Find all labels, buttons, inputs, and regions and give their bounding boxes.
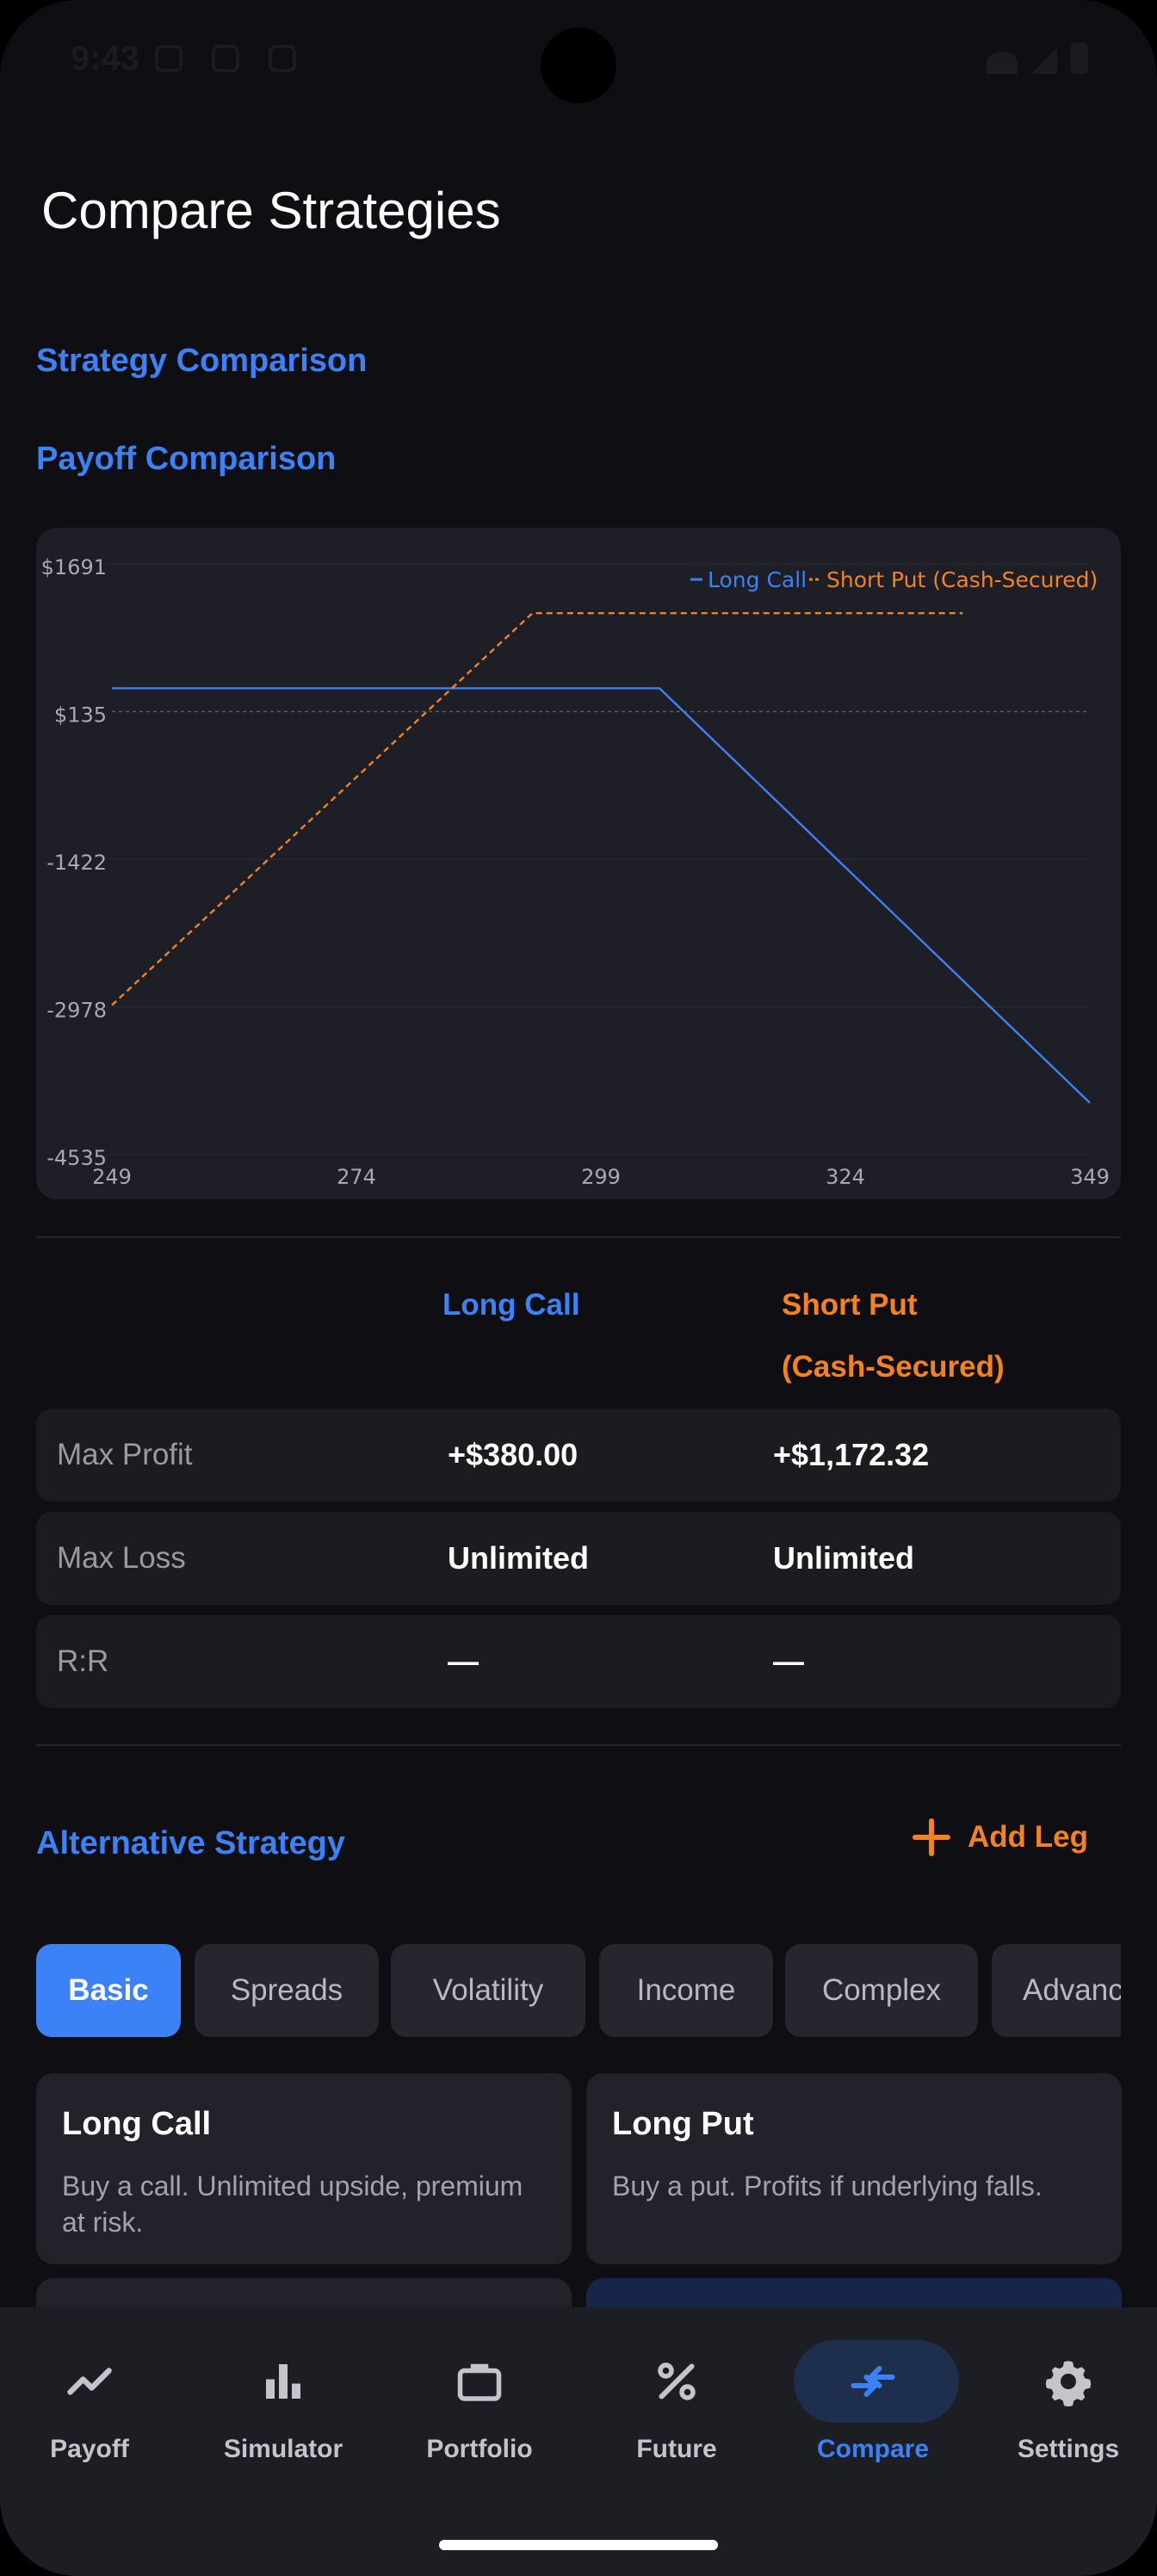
home-indicator — [439, 2540, 718, 2550]
y-tick-label: $1691 — [41, 555, 107, 579]
strategy-card-long-put[interactable]: Long Put Buy a put. Profits if underlyin… — [586, 2073, 1122, 2264]
gear-icon — [1045, 2361, 1092, 2407]
series-line-short-put — [111, 611, 963, 1006]
chip-advanced[interactable]: Advanced — [992, 1944, 1121, 2037]
row-label-max-profit: Max Profit — [57, 1438, 193, 1471]
strategy-card-title: Long Put — [612, 2106, 754, 2142]
battery-icon — [1071, 43, 1088, 74]
chip-volatility[interactable]: Volatility — [391, 1944, 585, 2037]
row-label-max-loss: Max Loss — [57, 1541, 186, 1575]
nav-future[interactable]: Future — [578, 2340, 775, 2495]
max-profit-long-call: +$380.00 — [448, 1437, 578, 1472]
column-header-short-put: Short Put — [782, 1288, 918, 1322]
wifi-icon — [987, 52, 1018, 74]
compare-arrows-icon — [851, 2366, 895, 2397]
nav-label: Settings — [1017, 2435, 1120, 2463]
plus-icon — [913, 1818, 950, 1856]
category-chips: Basic Spreads Volatility Income Complex … — [36, 1944, 1121, 2037]
add-leg-label: Add Leg — [968, 1820, 1088, 1854]
strategy-card-description: Buy a call. Unlimited upside, premium at… — [62, 2170, 523, 2238]
row-label-risk-reward: R:R — [57, 1644, 109, 1678]
max-loss-long-call: Unlimited — [448, 1540, 590, 1576]
strategy-card-long-call[interactable]: Long Call Buy a call. Unlimited upside, … — [36, 2073, 572, 2264]
briefcase-icon — [457, 2363, 502, 2401]
chip-basic[interactable]: Basic — [36, 1944, 181, 2037]
chip-spreads[interactable]: Spreads — [195, 1944, 379, 2037]
section-payoff-comparison: Payoff Comparison — [36, 441, 337, 477]
nav-label: Portfolio — [426, 2435, 533, 2463]
max-profit-short-put: +$1,172.32 — [773, 1437, 930, 1472]
nav-settings[interactable]: Settings — [970, 2340, 1157, 2495]
y-tick-label: -2978 — [46, 998, 107, 1022]
camera-cutout — [541, 28, 616, 103]
x-tick-label: 324 — [826, 1165, 865, 1189]
status-time: 9:43 — [71, 40, 140, 77]
risk-reward-long-call: — — [448, 1644, 479, 1679]
nav-payoff[interactable]: Payoff — [0, 2340, 188, 2495]
system-icons — [987, 43, 1088, 74]
notification-icons — [155, 45, 296, 72]
table-row: R:R — — — [36, 1615, 1121, 1708]
divider — [36, 1744, 1121, 1746]
chip-income[interactable]: Income — [599, 1944, 773, 2037]
nav-compare[interactable]: Compare — [775, 2340, 971, 2495]
section-strategy-comparison: Strategy Comparison — [36, 343, 368, 379]
nav-simulator[interactable]: Simulator — [185, 2340, 381, 2495]
legend-label: Long Call — [708, 567, 807, 592]
payoff-chart: $1691 $135 -1422 -2978 -4535 249 274 299 324 349 L… — [36, 528, 1121, 1199]
x-tick-label: 274 — [337, 1165, 376, 1189]
percent-icon — [658, 2362, 696, 2400]
google-icon — [155, 45, 183, 72]
nav-label: Compare — [816, 2435, 930, 2463]
section-alternative-strategy: Alternative Strategy — [36, 1825, 346, 1861]
page-title: Compare Strategies — [41, 182, 501, 239]
status-bar: 9:43 — [0, 0, 1157, 129]
chip-complex[interactable]: Complex — [785, 1944, 978, 2037]
strategy-card-description: Buy a put. Profits if underlying falls. — [612, 2170, 1043, 2201]
y-tick-label: -1422 — [46, 851, 107, 875]
divider — [36, 1236, 1121, 1238]
nav-label: Simulator — [223, 2435, 343, 2463]
y-tick-label: $135 — [54, 703, 107, 727]
table-row: Max Loss Unlimited Unlimited — [36, 1512, 1121, 1605]
x-tick-label: 349 — [1070, 1165, 1110, 1189]
nav-portfolio[interactable]: Portfolio — [381, 2340, 578, 2495]
table-row: Max Profit +$380.00 +$1,172.32 — [36, 1409, 1121, 1502]
column-header-short-put-sub: (Cash-Secured) — [782, 1350, 1005, 1384]
bottom-navigation: Payoff Simulator Portfolio Future Compar… — [0, 2307, 1157, 2576]
bar-chart-icon — [266, 2364, 300, 2399]
add-leg-button[interactable]: Add Leg — [913, 1818, 1088, 1856]
payoff-chart-svg: $1691$135-1422-2978-4535249 274 299 324 349L… — [41, 555, 1110, 1189]
trend-line-icon — [67, 2368, 112, 2395]
series-line-long-call — [112, 687, 1091, 1104]
max-loss-short-put: Unlimited — [773, 1540, 915, 1576]
nav-label: Future — [636, 2435, 717, 2463]
shield-icon — [212, 45, 239, 72]
legend-label: Short Put (Cash-Secured) — [826, 567, 1098, 592]
signal-icon — [1031, 48, 1057, 74]
x-tick-label: 299 — [581, 1165, 621, 1189]
app-screen: 9:43 Compare Strategies Strategy Compari… — [0, 0, 1157, 2576]
risk-reward-short-put: — — [773, 1644, 804, 1679]
column-header-long-call: Long Call — [442, 1288, 580, 1322]
x-tick-label: 249 — [92, 1165, 132, 1189]
nav-label: Payoff — [50, 2435, 129, 2463]
strategy-card-title: Long Call — [62, 2106, 212, 2142]
app-icon — [269, 45, 296, 72]
